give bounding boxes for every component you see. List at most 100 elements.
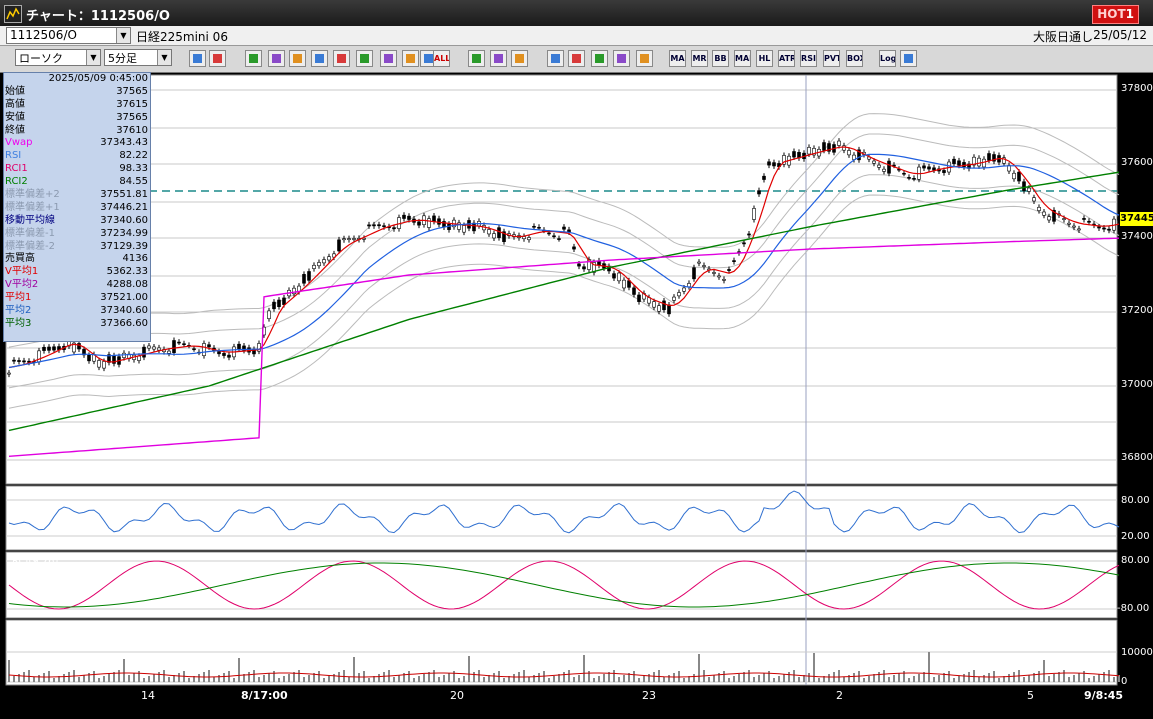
- tool-mae-button[interactable]: MAE: [734, 50, 751, 67]
- candle-body: [47, 346, 51, 351]
- volume-bar: [458, 678, 460, 682]
- trash-icon[interactable]: [380, 50, 397, 67]
- tool-all-button[interactable]: ALL: [433, 50, 450, 67]
- tool-pvt-button[interactable]: PVT: [823, 50, 840, 67]
- info-label: 標準偏差-1: [5, 227, 55, 239]
- info-label: RCI2: [5, 176, 28, 188]
- code-input[interactable]: 1112506/O ▼: [6, 27, 131, 44]
- eraser-icon[interactable]: [268, 50, 285, 67]
- volume-bar: [793, 670, 795, 682]
- volume-bar: [583, 655, 585, 682]
- chevron-down-icon[interactable]: ▼: [157, 50, 171, 65]
- volume-bar: [1068, 677, 1070, 682]
- volume-bar: [878, 672, 880, 682]
- chevron-down-icon[interactable]: ▼: [86, 50, 100, 65]
- candle-body: [922, 165, 926, 169]
- volume-tick: 0: [1121, 676, 1128, 687]
- drill-icon[interactable]: [468, 50, 485, 67]
- cursor-icon[interactable]: [289, 50, 306, 67]
- info-row: 安値 37565: [4, 112, 150, 125]
- info-panel: 2025/05/09 0:45:00 始値 37565 高値 37615 安値 37565…: [3, 72, 151, 342]
- marker-icon[interactable]: [402, 50, 419, 67]
- palette-icon[interactable]: [511, 50, 528, 67]
- tool-bb-button[interactable]: BB: [712, 50, 729, 67]
- volume-bar: [758, 675, 760, 682]
- tool-ma-button[interactable]: MA: [669, 50, 686, 67]
- candle-body: [322, 259, 326, 264]
- volume-bar: [178, 673, 180, 682]
- rsi-tick: 20.00: [1121, 531, 1150, 542]
- info-value: 37234.99: [100, 227, 148, 239]
- volume-bar: [838, 670, 840, 682]
- info-row: 標準偏差-2 37129.39: [4, 241, 150, 254]
- candle-body: [702, 265, 706, 267]
- volume-bar: [418, 676, 420, 682]
- instrument-bar: 1112506/O ▼ 日経225mini 06 大阪日通し 25/05/12: [0, 26, 1153, 46]
- candle-body: [52, 346, 56, 351]
- cross-icon[interactable]: [613, 50, 630, 67]
- x-tick: 23: [642, 689, 656, 702]
- info-label: 平均2: [5, 305, 32, 317]
- tool-rsi-button[interactable]: RSI: [800, 50, 817, 67]
- volume-tick: 10000: [1121, 647, 1153, 658]
- candle-body: [847, 150, 851, 156]
- volume-bar: [453, 671, 455, 682]
- candle-body: [152, 346, 156, 350]
- info-row: 平均3 37366.60: [4, 318, 150, 331]
- info-value: 37340.60: [100, 214, 148, 226]
- tool-mr-button[interactable]: MR: [691, 50, 708, 67]
- search-icon[interactable]: [568, 50, 585, 67]
- tool-atr-button[interactable]: ATR: [778, 50, 795, 67]
- chart-svg[interactable]: [0, 72, 1153, 715]
- volume-bar: [408, 671, 410, 682]
- pencil-icon[interactable]: [245, 50, 262, 67]
- hot-button[interactable]: HOT1: [1092, 5, 1139, 24]
- candle-body: [677, 292, 681, 297]
- tool-box-button[interactable]: BOX: [846, 50, 863, 67]
- volume-bar: [473, 672, 475, 682]
- brush-icon[interactable]: [490, 50, 507, 67]
- volume-bar: [598, 676, 600, 682]
- volume-bar: [613, 670, 615, 682]
- candle-body: [177, 341, 181, 344]
- bar-icon[interactable]: [591, 50, 608, 67]
- volume-bar: [898, 673, 900, 682]
- volume-bar: [68, 672, 70, 682]
- candle-body: [302, 274, 306, 284]
- phone-icon[interactable]: [311, 50, 328, 67]
- magnify-icon[interactable]: [189, 50, 206, 67]
- tool-hl-button[interactable]: HL: [756, 50, 773, 67]
- tool-log-button[interactable]: Log: [879, 50, 896, 67]
- memo-icon[interactable]: [333, 50, 350, 67]
- candle-body: [747, 233, 751, 236]
- chart-area[interactable]: [0, 72, 1153, 715]
- candle-body: [307, 271, 311, 281]
- price-tick: 37400: [1121, 231, 1153, 242]
- volume-bar: [868, 676, 870, 682]
- volume-bar: [1013, 672, 1015, 682]
- info-value: 37565: [116, 111, 148, 123]
- window-title: チャート：1112506/O: [26, 9, 170, 24]
- sheet-icon[interactable]: [356, 50, 373, 67]
- candle-body: [462, 225, 466, 233]
- candle-body: [697, 261, 701, 264]
- window-icon[interactable]: [209, 50, 226, 67]
- blank-icon[interactable]: [636, 50, 653, 67]
- interval-select[interactable]: 5分足 ▼: [104, 49, 172, 66]
- volume-bar: [78, 677, 80, 682]
- exit-icon[interactable]: [900, 50, 917, 67]
- info-row: 標準偏差+2 37551.81: [4, 189, 150, 202]
- volume-bar: [353, 657, 355, 682]
- chevron-down-icon[interactable]: ▼: [116, 28, 130, 43]
- candle-body: [932, 167, 936, 171]
- volume-bar: [298, 670, 300, 682]
- volume-bar: [128, 675, 130, 682]
- chart-type-select[interactable]: ローソク ▼: [15, 49, 101, 66]
- info-label: 始値: [5, 85, 25, 97]
- info-row: Vwap 37343.43: [4, 137, 150, 150]
- x-tick: 2: [836, 689, 843, 702]
- volume-bar: [1103, 672, 1105, 682]
- print-icon[interactable]: [547, 50, 564, 67]
- x-tick: 14: [141, 689, 155, 702]
- volume-bar: [783, 674, 785, 682]
